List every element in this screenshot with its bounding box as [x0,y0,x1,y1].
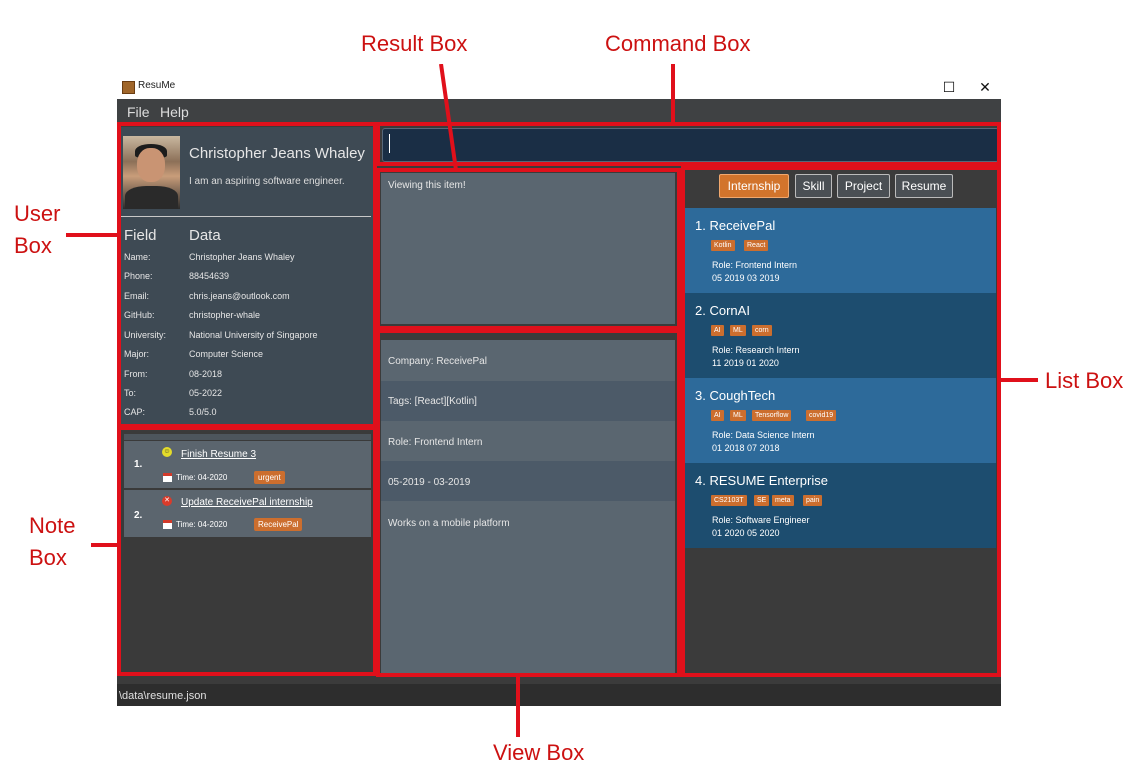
status-path: \data\resume.json [119,690,207,702]
menu-help[interactable]: Help [160,104,189,120]
command-box-highlight [376,122,1001,166]
view-box-highlight [376,329,681,677]
user-box-label-line1: User [14,201,61,226]
list-box-label: List Box [1045,368,1124,393]
note-box-pointer [91,543,119,547]
menu-bar [117,99,1001,122]
note-box-label-line1: Note [29,513,76,538]
close-button[interactable]: ✕ [975,78,995,96]
user-box-label-line2: Box [14,233,52,258]
title-bar [117,77,1001,99]
command-box-label: Command Box [605,31,751,56]
user-box-highlight [117,122,377,428]
result-box-label: Result Box [361,31,468,56]
list-box-pointer [1000,378,1038,382]
note-box-label-line2: Box [29,545,67,570]
maximize-button[interactable]: ☐ [939,78,959,96]
note-box-highlight [117,426,377,676]
app-icon [122,81,135,94]
view-box-pointer [516,675,520,737]
user-box-pointer [66,233,119,237]
result-box-pointer [439,64,458,171]
window-title: ResuMe [138,80,176,91]
view-box-label: View Box [493,740,585,765]
result-box-highlight [376,168,681,330]
status-bar [117,684,1001,706]
menu-file[interactable]: File [127,104,150,120]
list-box-highlight [681,166,1001,677]
command-box-pointer [671,64,675,124]
